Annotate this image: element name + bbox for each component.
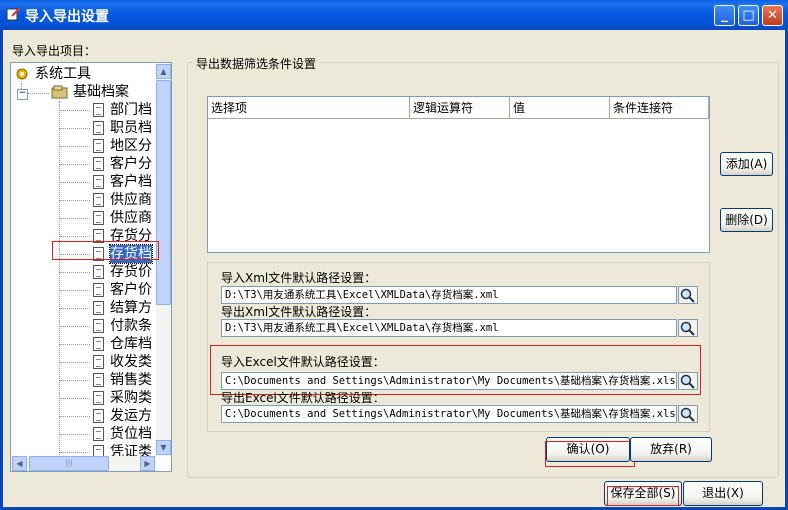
add-button[interactable]: 添加(A): [720, 152, 773, 176]
tools-icon: [16, 68, 28, 80]
document-icon: [93, 211, 104, 225]
tree-item[interactable]: 收发类: [110, 353, 152, 371]
tree-item[interactable]: 供应商: [110, 209, 152, 227]
highlight-confirm: [545, 441, 635, 467]
minimize-button[interactable]: _: [714, 5, 735, 26]
export-excel-path-input[interactable]: C:\Documents and Settings\Administrator\…: [221, 405, 677, 423]
tree-item[interactable]: 部门档: [110, 101, 152, 119]
tree-item[interactable]: 发运方: [110, 407, 152, 425]
document-icon: [93, 175, 104, 189]
grid-header-item[interactable]: 选择项: [208, 97, 410, 119]
tree-view[interactable]: 系统工具 − 基础档案 部门档 职员档 地区分 客户分 客户档 供应商 供应商 存货分 存货档存…: [10, 62, 172, 472]
document-icon: [93, 391, 104, 405]
document-icon: [93, 139, 104, 153]
grid-header-connector[interactable]: 条件连接符: [610, 97, 709, 119]
magnifier-icon: [680, 288, 695, 303]
import-xml-label: 导入Xml文件默认路径设置：: [221, 271, 377, 285]
grid-header-operator[interactable]: 逻辑运算符: [410, 97, 510, 119]
import-xml-path-input[interactable]: D:\T3\用友通系统工具\Excel\XMLData\存货档案.xml: [221, 286, 677, 304]
tree-item[interactable]: 职员档: [110, 119, 152, 137]
maximize-icon: □: [742, 8, 755, 23]
tree-item[interactable]: 客户价: [110, 281, 152, 299]
document-icon: [93, 121, 104, 135]
collapse-icon[interactable]: −: [17, 89, 28, 100]
tree-item[interactable]: 结算方: [110, 299, 152, 317]
maximize-button[interactable]: □: [738, 5, 759, 26]
document-icon: [93, 301, 104, 315]
magnifier-icon: [680, 321, 695, 336]
minimize-icon: _: [721, 8, 728, 23]
highlight-import-excel: [210, 345, 701, 395]
exit-button[interactable]: 退出(X): [683, 481, 763, 506]
tree-hscrollbar[interactable]: ◀ ||| ▶: [11, 456, 156, 471]
tree-group[interactable]: 基础档案: [73, 83, 129, 101]
magnifier-icon: [680, 407, 695, 422]
document-icon: [93, 193, 104, 207]
abandon-button[interactable]: 放弃(R): [630, 437, 712, 462]
items-label: 导入导出项目：: [12, 44, 97, 58]
highlight-selected-item: [52, 241, 159, 260]
tree-item[interactable]: 地区分: [110, 137, 152, 155]
document-icon: [93, 409, 104, 423]
document-icon: [93, 373, 104, 387]
grid-header-value[interactable]: 值: [510, 97, 610, 119]
scroll-left-icon[interactable]: ◀: [12, 456, 27, 471]
scroll-up-icon[interactable]: ▲: [156, 64, 171, 79]
close-button[interactable]: ✕: [762, 5, 783, 26]
tree-item[interactable]: 仓库档: [110, 335, 152, 353]
tree-vscroll-thumb[interactable]: [156, 80, 171, 305]
document-icon: [93, 103, 104, 117]
scroll-right-icon[interactable]: ▶: [140, 456, 155, 471]
document-icon: [93, 337, 104, 351]
tree-item[interactable]: 货位档: [110, 425, 152, 443]
tree-item[interactable]: 供应商: [110, 191, 152, 209]
export-xml-path-input[interactable]: D:\T3\用友通系统工具\Excel\XMLData\存货档案.xml: [221, 319, 677, 337]
document-icon: [93, 265, 104, 279]
app-icon: [6, 7, 21, 21]
tree-item[interactable]: 存货价: [110, 263, 152, 281]
title-bar[interactable]: 导入导出设置 _ □ ✕: [0, 0, 788, 30]
export-xml-browse-button[interactable]: [678, 319, 698, 337]
export-xml-label: 导出Xml文件默认路径设置：: [221, 305, 377, 319]
window-title: 导入导出设置: [25, 9, 109, 25]
tree-root[interactable]: 系统工具: [35, 65, 91, 83]
highlight-save-all: [607, 486, 679, 506]
tree-item[interactable]: 采购类: [110, 389, 152, 407]
tree-item[interactable]: 销售类: [110, 371, 152, 389]
export-excel-label: 导出Excel文件默认路径设置：: [221, 391, 385, 405]
scroll-down-icon[interactable]: ▼: [156, 440, 171, 455]
document-icon: [93, 283, 104, 297]
tree-hscroll-thumb[interactable]: |||: [29, 456, 109, 471]
close-icon: ✕: [767, 8, 778, 23]
folder-icon: [51, 85, 68, 99]
tree-item[interactable]: 付款条: [110, 317, 152, 335]
document-icon: [93, 157, 104, 171]
conditions-grid[interactable]: 选择项 逻辑运算符 值 条件连接符: [207, 96, 710, 253]
document-icon: [93, 319, 104, 333]
groupbox-title: 导出数据筛选条件设置: [193, 55, 320, 72]
document-icon: [93, 427, 104, 441]
import-xml-browse-button[interactable]: [678, 286, 698, 304]
delete-button[interactable]: 删除(D): [720, 208, 773, 232]
document-icon: [93, 355, 104, 369]
tree-item[interactable]: 客户档: [110, 173, 152, 191]
export-excel-browse-button[interactable]: [678, 405, 698, 423]
tree-item[interactable]: 客户分: [110, 155, 152, 173]
